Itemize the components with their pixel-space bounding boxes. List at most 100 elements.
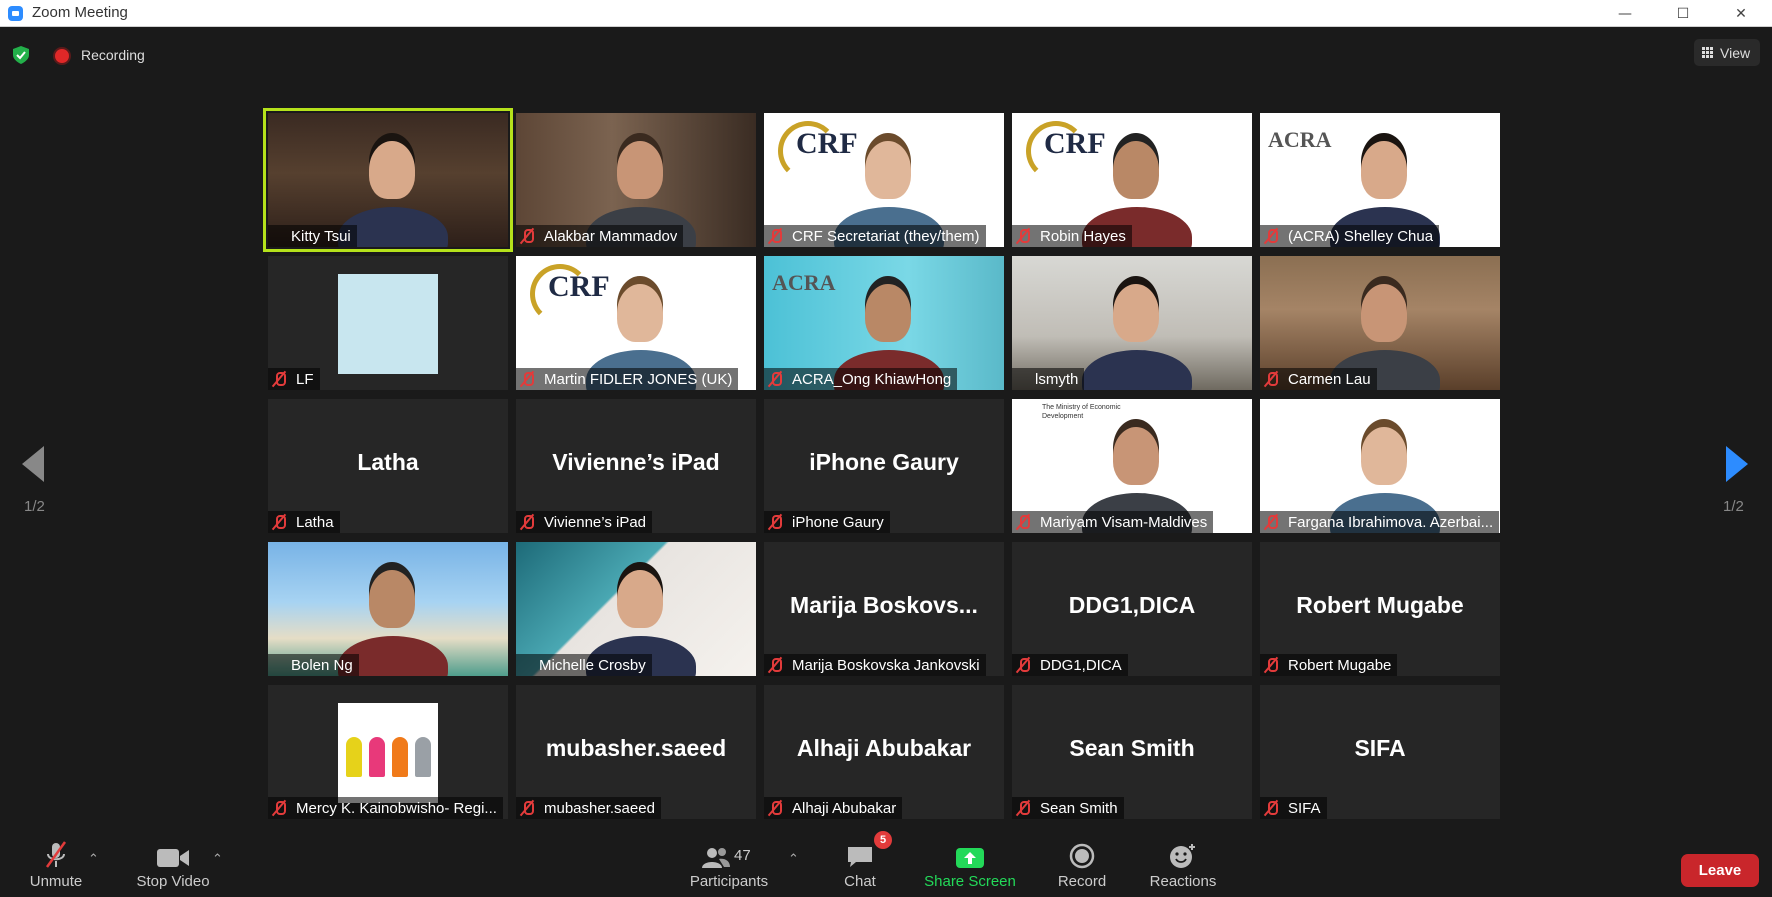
unmute-label: Unmute [29, 873, 83, 890]
muted-microphone-icon [1016, 514, 1030, 530]
leave-meeting-button[interactable]: Leave [1681, 854, 1759, 887]
participant-video-face [617, 570, 663, 628]
participant-tile[interactable]: Kitty Tsui [263, 108, 513, 252]
participant-tile[interactable]: Mercy K. Kainobwisho- Regi... [268, 685, 508, 819]
participant-name-label: mubasher.saeed [516, 797, 661, 819]
view-label: View [1720, 44, 1751, 61]
participant-name-label: iPhone Gaury [764, 511, 890, 533]
participant-tile[interactable]: Alakbar Mammadov [516, 113, 756, 247]
organization-logo: ACRA [1268, 127, 1332, 152]
participant-tile[interactable]: iPhone Gaury iPhone Gaury [764, 399, 1004, 533]
participant-name-label: Alakbar Mammadov [516, 225, 684, 247]
participant-tile[interactable]: Carmen Lau [1260, 256, 1500, 390]
participant-name: Alhaji Abubakar [792, 799, 897, 817]
participant-name: Bolen Ng [291, 656, 353, 674]
next-page-icon[interactable] [1726, 446, 1748, 482]
chat-button[interactable]: 5 Chat [830, 831, 892, 897]
participant-tile[interactable]: Marija Boskovs... Marija Boskovska Jankov… [764, 542, 1004, 676]
record-button[interactable]: Record [1052, 837, 1112, 897]
video-grid: Kitty Tsui Alakbar Mammadov CRF CRF Secreta… [263, 108, 1500, 819]
muted-microphone-icon [1016, 228, 1030, 244]
participant-name-label: Michelle Crosby [516, 654, 652, 676]
maximize-button[interactable]: ☐ [1660, 0, 1706, 27]
participant-name: Fargana Ibrahimova. Azerbai... [1288, 513, 1494, 531]
recording-icon[interactable] [55, 49, 69, 63]
participant-tile[interactable]: Alhaji Abubakar Alhaji Abubakar [764, 685, 1004, 819]
participant-tile[interactable]: SIFA SIFA [1260, 685, 1500, 819]
participant-name: ACRA_Ong KhiawHong [792, 370, 952, 388]
participant-display-name: Alhaji Abubakar [796, 735, 972, 761]
muted-microphone-icon [768, 228, 782, 244]
previous-page-icon[interactable] [22, 446, 44, 482]
participant-tile[interactable]: Bolen Ng [268, 542, 508, 676]
organization-logo: CRF [548, 270, 610, 303]
participant-tile[interactable]: LF [268, 256, 508, 390]
participant-name: Martin FIDLER JONES (UK) [544, 370, 733, 388]
participant-tile[interactable]: CRF Martin FIDLER JONES (UK) [516, 256, 756, 390]
stop-video-label: Stop Video [136, 873, 210, 890]
close-button[interactable]: ✕ [1718, 0, 1764, 27]
participant-display-name: Latha [357, 449, 419, 475]
muted-microphone-icon [520, 800, 534, 816]
unmute-button[interactable]: Unmute [22, 837, 90, 897]
participant-name-label: Carmen Lau [1260, 368, 1377, 390]
participant-name-label: (ACRA) Shelley Chua [1260, 225, 1440, 247]
muted-microphone-icon [1016, 657, 1030, 673]
participant-tile[interactable]: lsmyth [1012, 256, 1252, 390]
participant-tile[interactable]: Sean Smith Sean Smith [1012, 685, 1252, 819]
profile-picture [338, 274, 438, 374]
participant-display-name: iPhone Gaury [809, 449, 959, 475]
participant-tile[interactable]: CRF Robin Hayes [1012, 113, 1252, 247]
participant-video-face [1361, 141, 1407, 199]
participant-tile[interactable]: Vivienne’s iPad Vivienne’s iPad [516, 399, 756, 533]
participant-name: Mercy K. Kainobwisho- Regi... [296, 799, 497, 817]
participant-tile[interactable]: DDG1,DICA DDG1,DICA [1012, 542, 1252, 676]
participant-name-label: CRF Secretariat (they/them) [764, 225, 986, 247]
view-button[interactable]: View [1694, 39, 1760, 66]
muted-microphone-icon [520, 371, 534, 387]
participant-tile[interactable]: The Ministry of Economic Development Mari… [1012, 399, 1252, 533]
page-indicator-left: 1/2 [24, 498, 45, 515]
participant-tile[interactable]: CRF CRF Secretariat (they/them) [764, 113, 1004, 247]
record-icon [1069, 843, 1095, 869]
participant-video-face [617, 284, 663, 342]
participant-tile[interactable]: Latha Latha [268, 399, 508, 533]
participant-video-face [1113, 284, 1159, 342]
encryption-shield-icon[interactable] [13, 46, 29, 64]
minimize-button[interactable]: — [1602, 0, 1648, 27]
muted-microphone-icon [520, 228, 534, 244]
participant-name-label: Sean Smith [1012, 797, 1124, 819]
participant-name: mubasher.saeed [544, 799, 655, 817]
participant-name-label: Mariyam Visam-Maldives [1012, 511, 1214, 533]
video-options-chevron-icon[interactable]: ⌃ [212, 851, 223, 867]
participant-tile[interactable]: ACRA ACRA_Ong KhiawHong [764, 256, 1004, 390]
participant-tile[interactable]: Michelle Crosby [516, 542, 756, 676]
reactions-button[interactable]: Reactions [1146, 837, 1220, 897]
participant-tile[interactable]: ACRA (ACRA) Shelley Chua [1260, 113, 1500, 247]
muted-microphone-icon [1264, 657, 1278, 673]
participant-name: Marija Boskovska Jankovski [792, 656, 980, 674]
participant-name: CRF Secretariat (they/them) [792, 227, 980, 245]
participants-button[interactable]: 47 Participants [686, 837, 772, 897]
profile-picture [338, 703, 438, 803]
participant-video-face [1361, 284, 1407, 342]
reactions-smiley-icon [1170, 844, 1195, 868]
microphone-muted-icon [45, 841, 67, 868]
stop-video-button[interactable]: Stop Video [132, 837, 214, 897]
organization-logo: CRF [796, 127, 858, 160]
recording-label[interactable]: Recording [81, 47, 145, 63]
participant-tile[interactable]: mubasher.saeed mubasher.saeed [516, 685, 756, 819]
participant-display-name: Marija Boskovs... [790, 592, 978, 618]
participants-options-chevron-icon[interactable]: ⌃ [788, 851, 799, 867]
share-screen-button[interactable]: Share Screen [922, 837, 1018, 897]
participant-tile[interactable]: Fargana Ibrahimova. Azerbai... [1260, 399, 1500, 533]
participant-video-face [1113, 427, 1159, 485]
participant-tile[interactable]: Robert Mugabe Robert Mugabe [1260, 542, 1500, 676]
audio-options-chevron-icon[interactable]: ⌃ [88, 851, 99, 867]
participant-display-name: DDG1,DICA [1068, 592, 1196, 618]
participant-name: lsmyth [1035, 370, 1079, 388]
organization-logo: The Ministry of Economic Development [1042, 404, 1121, 420]
page-indicator-right: 1/2 [1723, 498, 1744, 515]
zoom-logo-icon [8, 6, 23, 21]
participant-display-name: mubasher.saeed [545, 735, 727, 761]
